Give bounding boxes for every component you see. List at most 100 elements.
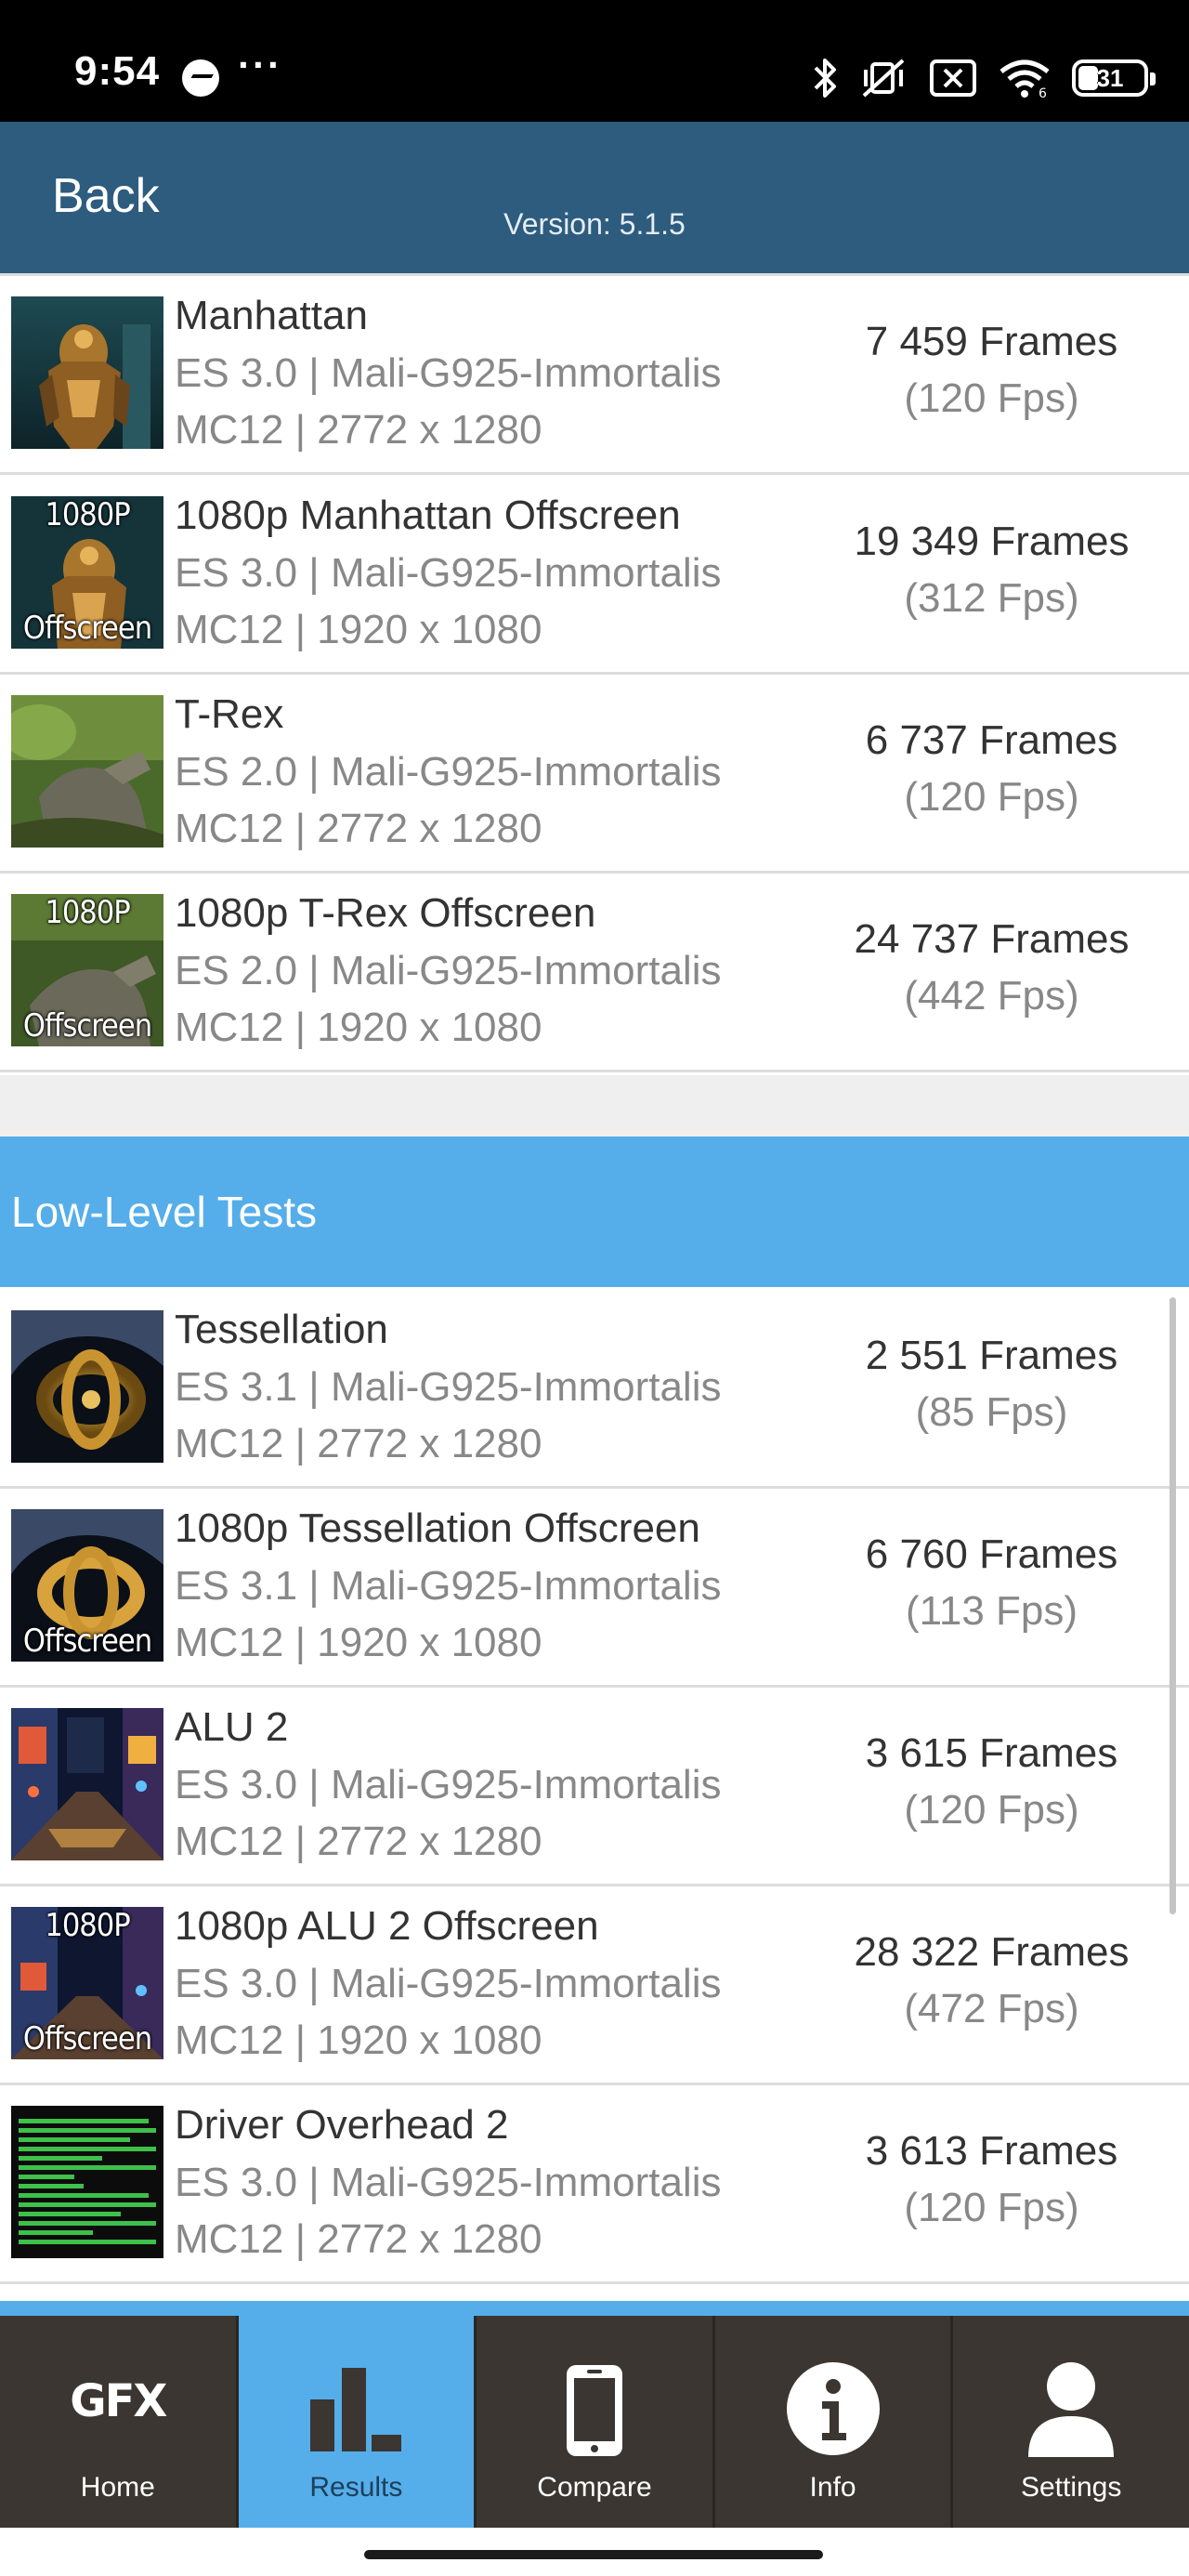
- test-api-gpu: ES 2.0 | Mali-G925-Immortalis: [175, 948, 722, 993]
- no-sim-icon: [929, 54, 977, 102]
- battery-percent: 31: [1096, 63, 1124, 92]
- test-frames: 6 737 Frames: [865, 717, 1118, 763]
- battery-level: [1078, 66, 1098, 90]
- test-frames: 19 349 Frames: [854, 519, 1130, 564]
- result-row[interactable]: Manhattan ES 3.0 | Mali-G925-Immortalis …: [0, 276, 1189, 475]
- test-name: ALU 2: [175, 1704, 289, 1750]
- section-title: Low-Level Tests: [11, 1188, 317, 1236]
- test-frames: 3 615 Frames: [865, 1730, 1118, 1776]
- nav-home[interactable]: GFX Home: [0, 2316, 239, 2528]
- nav-info[interactable]: Info: [715, 2316, 954, 2528]
- test-api-gpu: ES 2.0 | Mali-G925-Immortalis: [175, 749, 722, 795]
- version-text: Version: 5.1.5: [503, 207, 686, 241]
- test-resolution: MC12 | 2772 x 1280: [175, 806, 542, 851]
- nav-compare[interactable]: Compare: [477, 2316, 715, 2528]
- result-row[interactable]: 1080P Offscreen 1080p Manhattan Offscreen…: [0, 476, 1189, 675]
- test-api-gpu: ES 3.0 | Mali-G925-Immortalis: [175, 2160, 722, 2205]
- resolution-tag: 1080P: [45, 496, 130, 533]
- gesture-bar: [0, 2528, 1189, 2576]
- battery-icon: 31: [1072, 59, 1156, 97]
- gesture-handle[interactable]: [364, 2550, 823, 2559]
- test-resolution: MC12 | 2772 x 1280: [175, 1421, 542, 1466]
- nav-results[interactable]: Results: [238, 2316, 477, 2528]
- alu2-thumbnail: [11, 1708, 163, 1860]
- driver-overhead-thumbnail: [11, 2106, 163, 2258]
- phone-icon: [562, 2362, 627, 2464]
- messenger-icon: [182, 59, 219, 97]
- test-fps: (85 Fps): [915, 1389, 1068, 1435]
- test-resolution: MC12 | 1920 x 1080: [175, 1620, 542, 1665]
- test-frames: 3 613 Frames: [865, 2128, 1118, 2174]
- version-label: Version: 5.1.5: [0, 207, 1189, 242]
- test-frames: 2 551 Frames: [865, 1333, 1118, 1378]
- user-icon: [1025, 2360, 1117, 2464]
- result-row[interactable]: Offscreen 1080p Tessellation Offscreen E…: [0, 1489, 1189, 1688]
- vibrate-off-icon: [860, 54, 908, 102]
- app-header: Back Version: 5.1.5: [0, 122, 1189, 273]
- test-frames: 6 760 Frames: [865, 1531, 1118, 1577]
- test-name: 1080p T-Rex Offscreen: [175, 890, 596, 936]
- offscreen-tag: Offscreen: [22, 610, 152, 647]
- test-frames: 7 459 Frames: [865, 319, 1118, 364]
- test-resolution: MC12 | 2772 x 1280: [175, 407, 542, 453]
- section-gap: [0, 1075, 1189, 1137]
- nav-results-label: Results: [309, 2472, 403, 2503]
- svg-text:6: 6: [1039, 86, 1047, 99]
- test-api-gpu: ES 3.0 | Mali-G925-Immortalis: [175, 550, 722, 596]
- bluetooth-icon: [812, 54, 840, 102]
- offscreen-tag: Offscreen: [22, 1007, 152, 1045]
- bottom-navigation: GFX Home Results Compare Info Settings: [0, 2316, 1189, 2528]
- tessellation-thumbnail: [11, 1310, 163, 1463]
- manhattan-thumbnail: [11, 296, 163, 449]
- result-row[interactable]: 1080P Offscreen 1080p T-Rex Offscreen ES …: [0, 874, 1189, 1072]
- offscreen-tag: Offscreen: [22, 2020, 152, 2057]
- test-fps: (120 Fps): [904, 774, 1079, 820]
- bar-chart-icon: [305, 2362, 407, 2460]
- status-bar: 9:54 ··· 6 31: [0, 0, 1189, 122]
- nav-info-label: Info: [809, 2472, 856, 2503]
- result-row[interactable]: ALU 2 ES 3.0 | Mali-G925-Immortalis MC12…: [0, 1688, 1189, 1886]
- test-api-gpu: ES 3.0 | Mali-G925-Immortalis: [175, 350, 722, 396]
- test-frames: 24 737 Frames: [854, 916, 1130, 962]
- info-icon: [785, 2360, 882, 2462]
- test-api-gpu: ES 3.1 | Mali-G925-Immortalis: [175, 1563, 722, 1609]
- nav-accent-line: [0, 2301, 1189, 2316]
- result-row[interactable]: T-Rex ES 2.0 | Mali-G925-Immortalis MC12…: [0, 675, 1189, 874]
- list-top-divider: [0, 273, 1189, 276]
- nav-compare-label: Compare: [537, 2472, 652, 2503]
- test-name: 1080p Manhattan Offscreen: [175, 493, 681, 538]
- offscreen-tag: Offscreen: [22, 1623, 152, 1660]
- test-name: Tessellation: [175, 1307, 388, 1352]
- test-name: T-Rex: [175, 691, 284, 737]
- test-fps: (120 Fps): [904, 375, 1079, 421]
- test-fps: (442 Fps): [904, 973, 1079, 1019]
- trex-thumbnail: [11, 695, 163, 848]
- nav-settings-label: Settings: [1020, 2472, 1122, 2503]
- test-resolution: MC12 | 1920 x 1080: [175, 1005, 542, 1050]
- test-frames: 28 322 Frames: [854, 1929, 1130, 1975]
- result-row[interactable]: 1080P Offscreen 1080p ALU 2 Offscreen ES …: [0, 1886, 1189, 2085]
- tessellation-offscreen-thumbnail: Offscreen: [11, 1509, 163, 1662]
- list-bottom-edge: [0, 2286, 1189, 2301]
- manhattan-offscreen-thumbnail: 1080P Offscreen: [11, 496, 163, 649]
- wifi-icon: 6: [998, 54, 1052, 102]
- status-time: 9:54: [74, 48, 161, 94]
- nav-home-label: Home: [80, 2472, 155, 2503]
- test-fps: (472 Fps): [904, 1986, 1079, 2031]
- trex-offscreen-thumbnail: 1080P Offscreen: [11, 894, 163, 1046]
- result-row[interactable]: Tessellation ES 3.1 | Mali-G925-Immortal…: [0, 1290, 1189, 1489]
- result-row[interactable]: Driver Overhead 2 ES 3.0 | Mali-G925-Imm…: [0, 2085, 1189, 2284]
- resolution-tag: 1080P: [45, 894, 130, 931]
- more-notifications-icon: ···: [238, 43, 282, 86]
- nav-settings[interactable]: Settings: [953, 2316, 1189, 2528]
- test-resolution: MC12 | 2772 x 1280: [175, 1819, 542, 1864]
- test-name: 1080p Tessellation Offscreen: [175, 1505, 700, 1551]
- test-api-gpu: ES 3.0 | Mali-G925-Immortalis: [175, 1961, 722, 2006]
- test-fps: (312 Fps): [904, 575, 1079, 621]
- gfx-logo-icon: GFX: [70, 2375, 167, 2427]
- test-resolution: MC12 | 1920 x 1080: [175, 607, 542, 652]
- test-name: Driver Overhead 2: [175, 2102, 509, 2148]
- scrollbar[interactable]: [1169, 1297, 1176, 1914]
- test-resolution: MC12 | 2772 x 1280: [175, 2216, 542, 2262]
- test-resolution: MC12 | 1920 x 1080: [175, 2017, 542, 2063]
